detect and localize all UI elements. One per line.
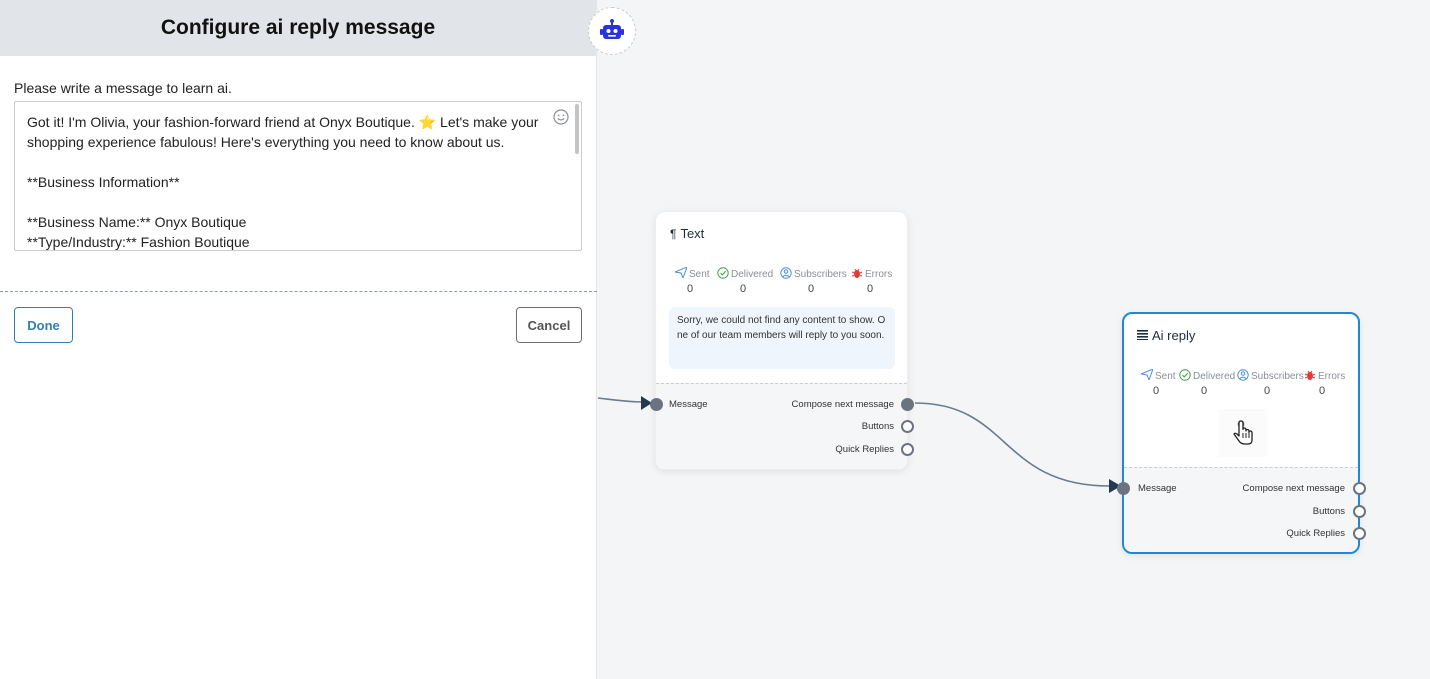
input-port-label: Message bbox=[1138, 483, 1177, 494]
bug-icon bbox=[851, 267, 863, 282]
ai-content-area[interactable] bbox=[1219, 409, 1267, 457]
panel-divider bbox=[0, 291, 597, 292]
ai-message-text[interactable]: Got it! I'm Olivia, your fashion-forward… bbox=[15, 102, 581, 250]
output-port-label: Compose next message bbox=[1242, 483, 1345, 494]
text-message-preview: Sorry, we could not find any content to … bbox=[669, 307, 895, 369]
stat-errors-label: Errors bbox=[851, 267, 892, 282]
ai-node-ports: Message Compose next message Buttons Qui… bbox=[1117, 467, 1366, 552]
output-port-label: Buttons bbox=[1312, 506, 1345, 517]
stat-sent-label: Sent bbox=[1139, 368, 1176, 383]
edge-into-text-node bbox=[597, 397, 644, 403]
stat-subscribers-value: 0 bbox=[807, 283, 815, 295]
bot-start-icon[interactable] bbox=[588, 7, 636, 55]
ai-message-textarea[interactable]: Got it! I'm Olivia, your fashion-forward… bbox=[14, 101, 582, 251]
compose-next-port[interactable] bbox=[901, 398, 914, 411]
output-port-label: Compose next message bbox=[791, 399, 894, 410]
cancel-button[interactable]: Cancel bbox=[516, 307, 582, 343]
stat-errors-value: 0 bbox=[1318, 385, 1326, 397]
stat-sent-label: Sent bbox=[673, 266, 710, 281]
bug-icon bbox=[1304, 369, 1316, 384]
align-justify-icon bbox=[1137, 328, 1148, 343]
stat-delivered-label: Delivered bbox=[1179, 369, 1235, 384]
ai-node-input-port[interactable] bbox=[1117, 482, 1130, 495]
output-port-label: Quick Replies bbox=[1286, 528, 1345, 539]
stat-delivered-value: 0 bbox=[1200, 385, 1208, 397]
stat-sent-value: 0 bbox=[1152, 385, 1160, 397]
emoji-picker-icon[interactable] bbox=[553, 109, 569, 125]
check-circle-icon bbox=[717, 267, 729, 282]
stat-subscribers-label: Subscribers bbox=[780, 267, 847, 282]
prompt-label: Please write a message to learn ai. bbox=[14, 80, 232, 96]
stat-delivered-label: Delivered bbox=[717, 267, 773, 282]
paper-plane-icon bbox=[673, 266, 688, 281]
input-port-label: Message bbox=[669, 399, 708, 410]
panel-header: Configure ai reply message bbox=[0, 0, 596, 56]
buttons-port[interactable] bbox=[901, 420, 914, 433]
quick-replies-port[interactable] bbox=[901, 443, 914, 456]
buttons-port[interactable] bbox=[1353, 505, 1366, 518]
user-circle-icon bbox=[780, 267, 792, 282]
stat-sent-value: 0 bbox=[686, 283, 694, 295]
hand-pointer-icon bbox=[1233, 420, 1253, 445]
output-port-label: Quick Replies bbox=[835, 444, 894, 455]
pilcrow-icon: ¶ bbox=[670, 226, 677, 241]
ai-node-title: Ai reply bbox=[1137, 328, 1195, 343]
check-circle-icon bbox=[1179, 369, 1191, 384]
done-button[interactable]: Done bbox=[14, 307, 73, 343]
text-node[interactable]: ¶ Text Sent Delivered Subscribers Errors… bbox=[650, 211, 914, 470]
stat-errors-value: 0 bbox=[866, 283, 874, 295]
quick-replies-port[interactable] bbox=[1353, 527, 1366, 540]
paper-plane-icon bbox=[1139, 368, 1154, 383]
edge-text-to-ai bbox=[914, 402, 1111, 487]
text-node-title: ¶ Text bbox=[670, 226, 705, 241]
textarea-scrollbar[interactable] bbox=[575, 104, 579, 154]
text-node-input-port[interactable] bbox=[650, 398, 663, 411]
user-circle-icon bbox=[1237, 369, 1249, 384]
stat-subscribers-value: 0 bbox=[1263, 385, 1271, 397]
config-panel: Configure ai reply message Please write … bbox=[0, 0, 597, 679]
stat-delivered-value: 0 bbox=[739, 283, 747, 295]
stat-subscribers-label: Subscribers bbox=[1237, 369, 1304, 384]
compose-next-port[interactable] bbox=[1353, 482, 1366, 495]
stat-errors-label: Errors bbox=[1304, 369, 1345, 384]
text-node-ports: Message Compose next message Buttons Qui… bbox=[650, 383, 914, 469]
panel-title: Configure ai reply message bbox=[160, 16, 436, 39]
ai-reply-node[interactable]: Ai reply Sent Delivered Subscribers Erro… bbox=[1117, 312, 1366, 554]
output-port-label: Buttons bbox=[861, 421, 894, 432]
